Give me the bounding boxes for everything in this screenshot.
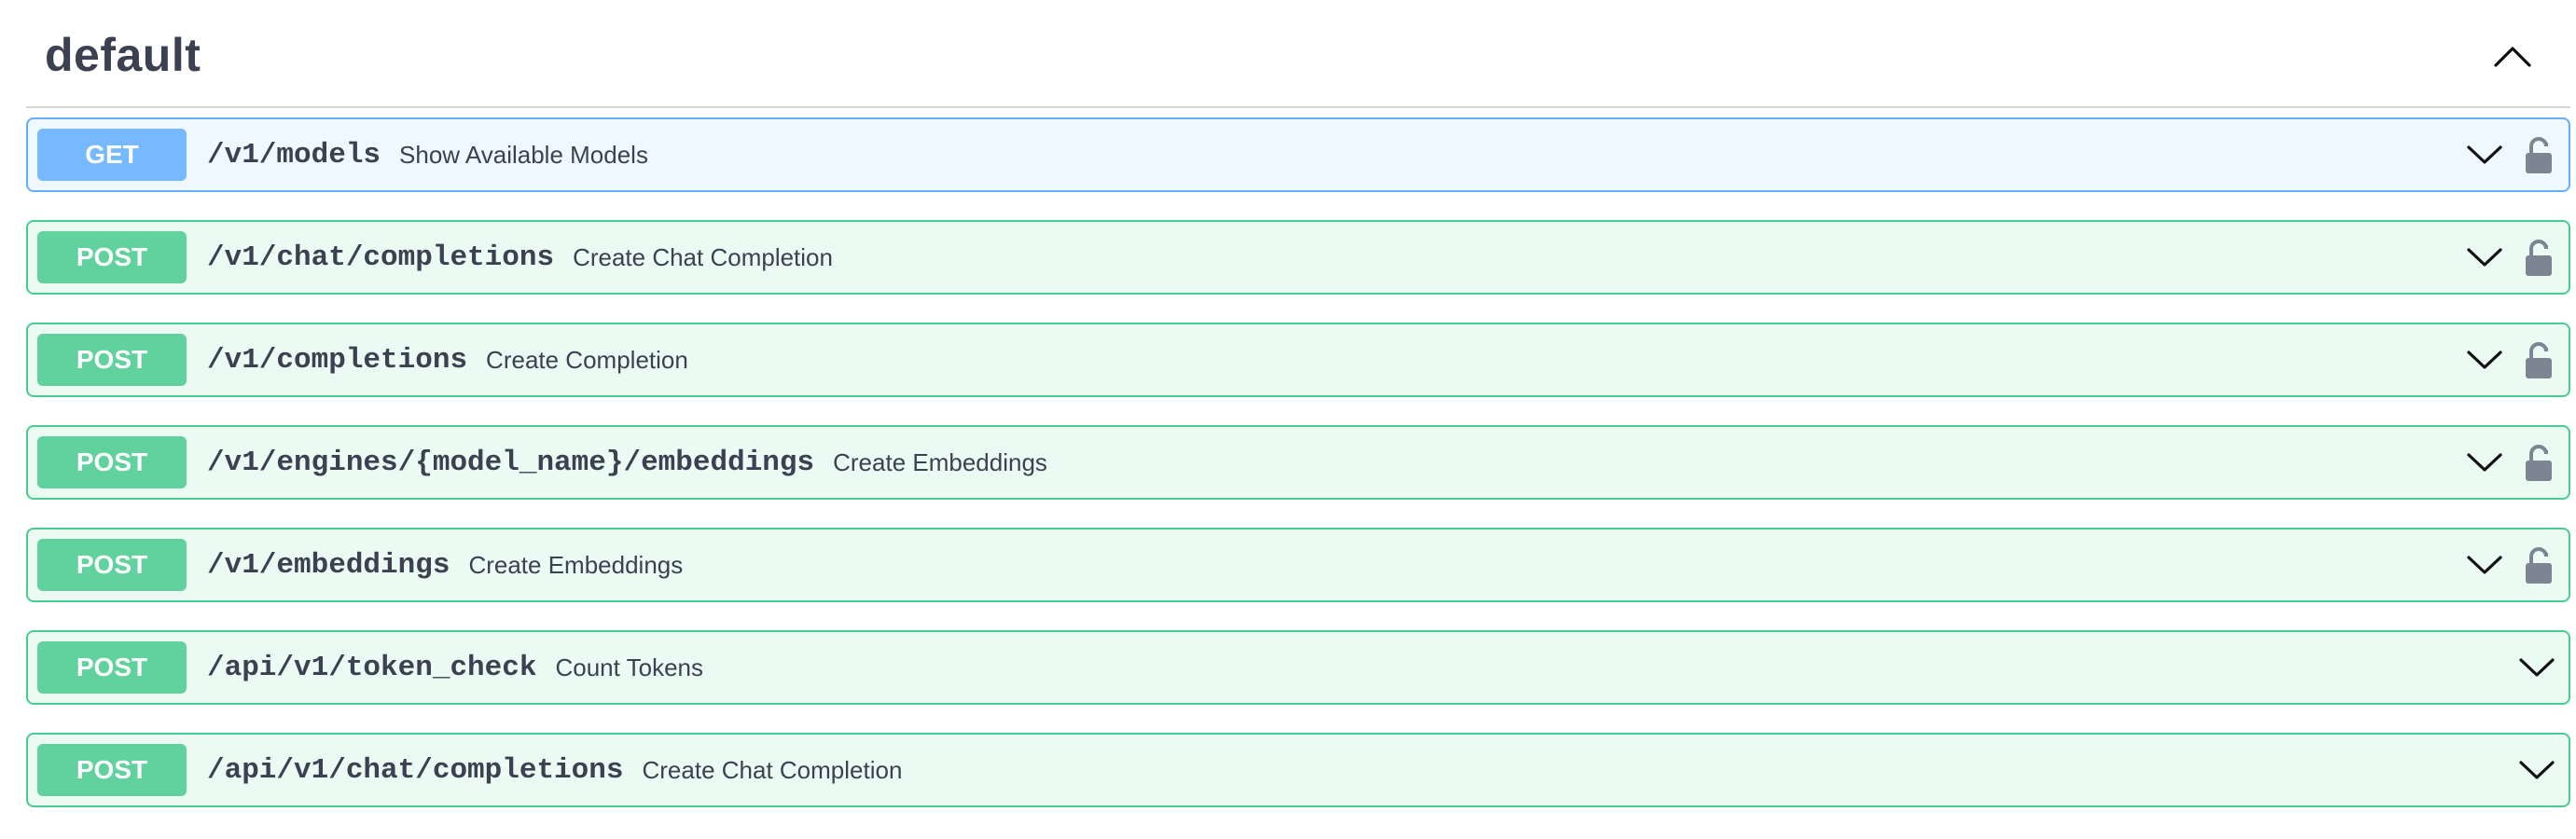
method-badge: POST	[37, 231, 187, 283]
operation-summary: Create Chat Completion	[573, 242, 833, 271]
operation-summary: Create Embeddings	[833, 447, 1047, 476]
method-badge: POST	[37, 744, 187, 796]
operation-get-v1-models[interactable]: GET /v1/models Show Available Models	[26, 117, 2570, 192]
lock-icon[interactable]	[2524, 135, 2554, 174]
operation-post-api-v1-token-check[interactable]: POST /api/v1/token_check Count Tokens	[26, 630, 2570, 705]
operation-path: /v1/engines/{model_name}/embeddings	[207, 446, 815, 479]
chevron-up-icon[interactable]	[2492, 41, 2533, 69]
operation-path: /v1/embeddings	[207, 548, 450, 582]
operation-controls	[2466, 222, 2569, 293]
operation-controls	[2518, 632, 2569, 703]
lock-icon[interactable]	[2524, 340, 2554, 379]
operation-path: /v1/models	[207, 138, 381, 172]
operation-summary: Show Available Models	[399, 140, 648, 169]
chevron-down-icon[interactable]	[2466, 553, 2503, 577]
operation-controls	[2518, 735, 2569, 805]
lock-icon[interactable]	[2524, 545, 2554, 585]
operation-controls	[2466, 530, 2569, 600]
operation-post-api-v1-chat-completions[interactable]: POST /api/v1/chat/completions Create Cha…	[26, 733, 2570, 807]
lock-icon[interactable]	[2524, 443, 2554, 482]
method-badge: POST	[37, 641, 187, 694]
chevron-down-icon[interactable]	[2466, 245, 2503, 269]
chevron-down-icon[interactable]	[2466, 348, 2503, 372]
operation-summary: Count Tokens	[555, 653, 703, 681]
chevron-down-icon[interactable]	[2466, 450, 2503, 475]
operation-summary: Create Chat Completion	[642, 755, 903, 784]
operation-controls	[2466, 119, 2569, 190]
operation-summary: Create Completion	[486, 345, 688, 374]
operation-controls	[2466, 427, 2569, 498]
operation-post-v1-embeddings[interactable]: POST /v1/embeddings Create Embeddings	[26, 528, 2570, 602]
operation-controls	[2466, 324, 2569, 395]
method-badge: POST	[37, 436, 187, 488]
operation-path: /v1/completions	[207, 343, 468, 377]
operation-post-v1-engines-embeddings[interactable]: POST /v1/engines/{model_name}/embeddings…	[26, 425, 2570, 500]
chevron-down-icon[interactable]	[2518, 655, 2555, 680]
section-header[interactable]: default	[26, 0, 2570, 108]
operation-post-v1-chat-completions[interactable]: POST /v1/chat/completions Create Chat Co…	[26, 220, 2570, 295]
method-badge: GET	[37, 129, 187, 181]
operation-summary: Create Embeddings	[468, 550, 684, 579]
operation-path: /api/v1/token_check	[207, 651, 537, 684]
lock-icon[interactable]	[2524, 238, 2554, 277]
method-badge: POST	[37, 539, 187, 591]
api-section-default: default GET /v1/models Show Available Mo…	[26, 0, 2570, 807]
section-title: default	[45, 29, 201, 81]
method-badge: POST	[37, 334, 187, 386]
operation-path: /api/v1/chat/completions	[207, 753, 624, 787]
operation-post-v1-completions[interactable]: POST /v1/completions Create Completion	[26, 323, 2570, 397]
chevron-down-icon[interactable]	[2466, 143, 2503, 167]
operations-list: GET /v1/models Show Available Models POS…	[26, 117, 2570, 807]
chevron-down-icon[interactable]	[2518, 758, 2555, 782]
operation-path: /v1/chat/completions	[207, 241, 555, 274]
